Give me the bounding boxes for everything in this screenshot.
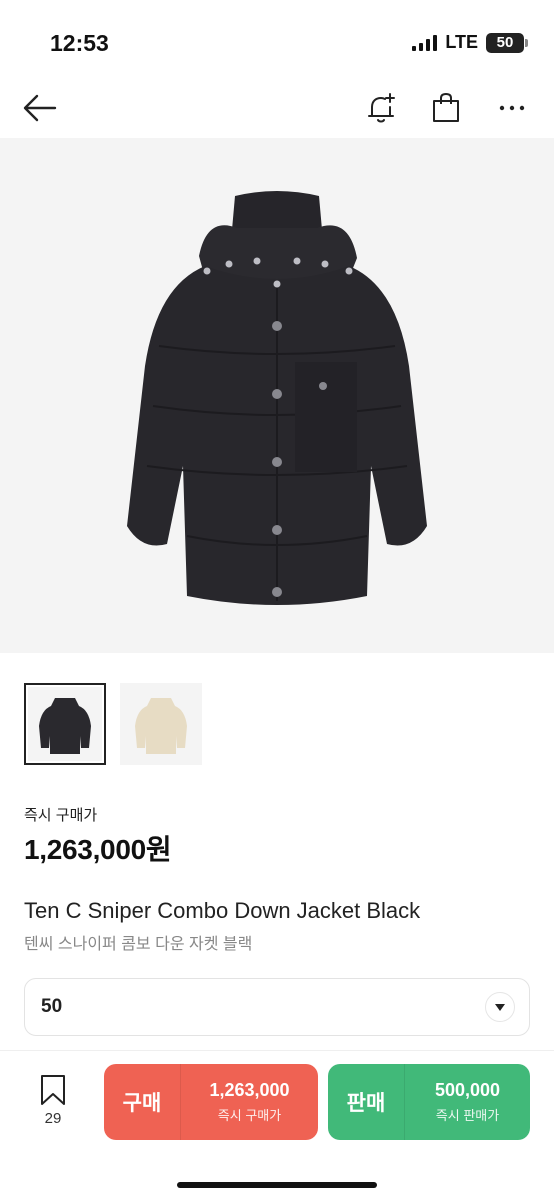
back-arrow-icon[interactable] [20,88,60,128]
beige-jacket-thumbnail [124,687,198,761]
sell-price: 500,000 [434,1080,501,1100]
status-bar: 12:53 LTE 50 [0,0,554,80]
thumbnail-black[interactable] [24,683,106,765]
size-selector[interactable]: 50 [24,978,530,1036]
sell-caption: 즉시 판매가 [435,1108,500,1123]
price-value: 1,263,000원 [24,834,172,865]
thumbnail-list [24,683,202,765]
bottom-divider [0,1050,554,1051]
black-jacket-thumbnail [28,687,102,761]
thumbnail-beige[interactable] [120,683,202,765]
product-name-ko: 텐씨 스나이퍼 콤보 다운 자켓 블랙 [24,936,253,953]
buy-label: 구매 [122,1092,162,1115]
wish-button[interactable]: 29 [28,1074,78,1134]
home-indicator[interactable] [177,1182,377,1188]
caret-down-icon [485,992,515,1022]
bookmark-icon [41,1075,65,1105]
nav-bar [0,80,554,136]
battery-icon: 50 [486,32,528,53]
shopping-bag-icon[interactable] [426,88,466,128]
status-indicators: LTE 50 [412,32,528,53]
buy-price-block: 1,263,000 즉시 구매가 [181,1080,318,1124]
wish-count: 29 [44,1110,62,1127]
status-time: 12:53 [50,30,109,56]
buy-button[interactable]: 구매 1,263,000 즉시 구매가 [104,1064,318,1140]
sell-price-block: 500,000 즉시 판매가 [405,1080,530,1124]
bell-plus-icon[interactable] [362,88,402,128]
price-label: 즉시 구매가 [24,807,98,824]
jacket-image [127,190,427,605]
network-label: LTE [445,32,478,52]
battery-level: 50 [496,34,514,51]
signal-icon [412,34,438,51]
size-value: 50 [41,996,63,1017]
buy-caption: 즉시 구매가 [217,1108,282,1123]
buy-price: 1,263,000 [209,1080,290,1100]
more-icon[interactable] [492,88,532,128]
product-name: Ten C Sniper Combo Down Jacket Black [24,898,421,923]
sell-button[interactable]: 판매 500,000 즉시 판매가 [328,1064,530,1140]
sell-label: 판매 [346,1092,386,1115]
product-image[interactable] [0,138,554,653]
